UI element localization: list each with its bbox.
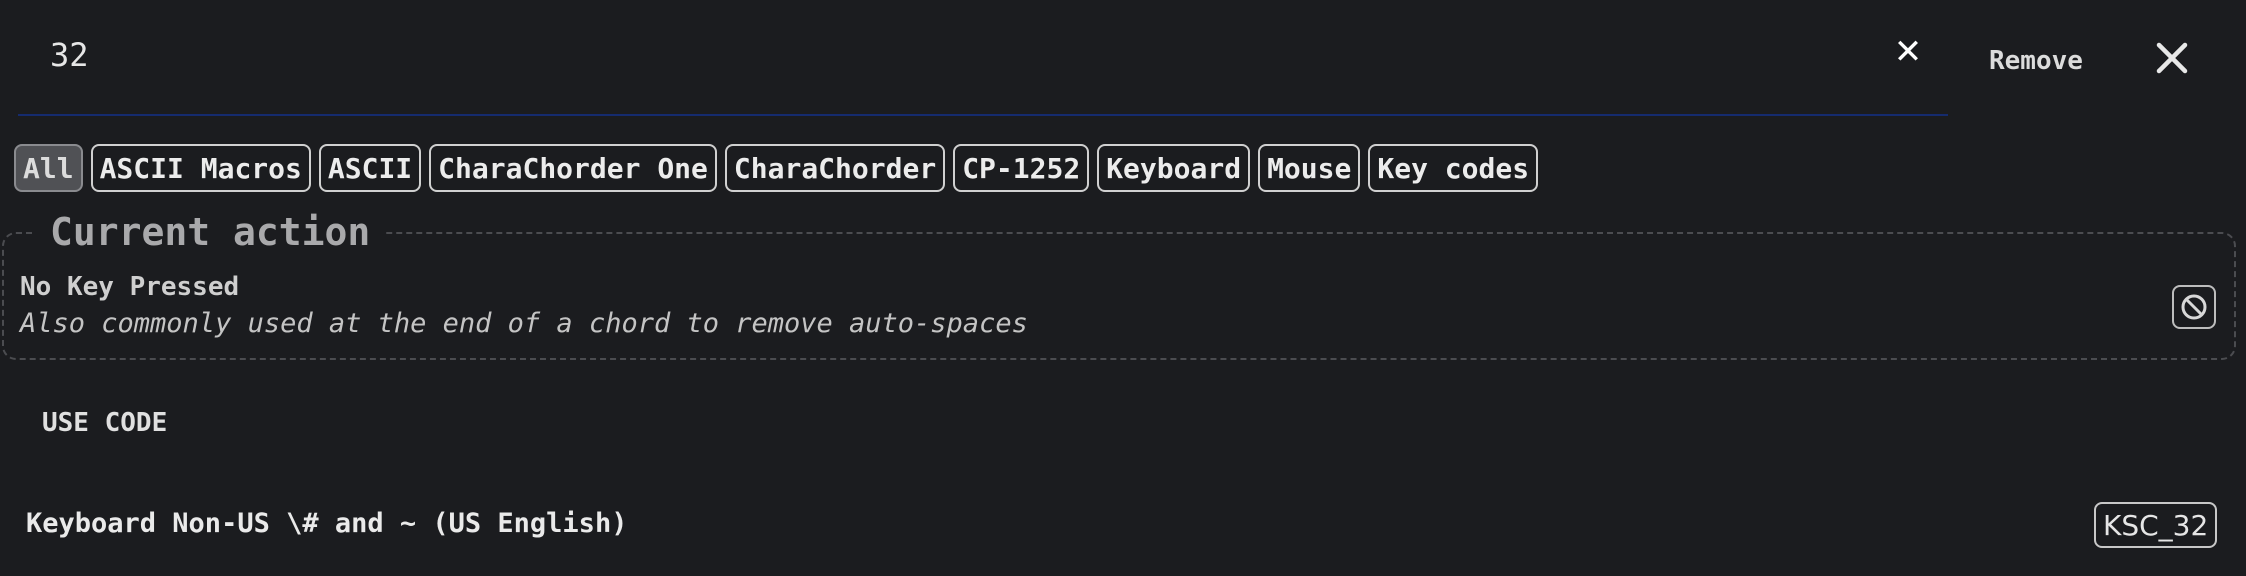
result-row[interactable]: Keyboard Non-US \# and ~ (US English) KS… <box>0 496 2246 556</box>
close-x-glyph <box>2156 42 2188 74</box>
block-icon[interactable] <box>2172 285 2216 329</box>
search-bar: ✕ <box>18 18 1948 116</box>
filter-chip-all[interactable]: All <box>14 144 83 192</box>
close-icon[interactable] <box>2150 36 2194 80</box>
block-glyph <box>2181 294 2207 320</box>
clear-search-icon[interactable]: ✕ <box>1888 32 1928 72</box>
remove-button[interactable]: Remove <box>1975 34 2097 88</box>
current-action-title: No Key Pressed <box>20 272 240 302</box>
filter-chip-charachorder[interactable]: CharaChorder <box>724 144 946 192</box>
filter-chip-key-codes[interactable]: Key codes <box>1368 144 1539 192</box>
current-action-legend: Current action <box>36 208 385 256</box>
filter-chip-ascii-macros[interactable]: ASCII Macros <box>90 144 311 192</box>
filter-chip-cp-1252[interactable]: CP-1252 <box>953 144 1090 192</box>
result-label: Keyboard Non-US \# and ~ (US English) <box>26 508 628 539</box>
filter-chip-ascii[interactable]: ASCII <box>318 144 422 192</box>
search-input[interactable] <box>18 18 1912 92</box>
key-search-dialog: ✕ Remove All ASCII Macros ASCII CharaCho… <box>0 0 2246 576</box>
result-code-badge: KSC_32 <box>2094 502 2218 548</box>
filter-chip-charachorder-one[interactable]: CharaChorder One <box>429 144 717 192</box>
filter-chip-mouse[interactable]: Mouse <box>1258 144 1361 192</box>
use-code-button[interactable]: USE CODE <box>42 408 167 438</box>
filter-chips: All ASCII Macros ASCII CharaChorder One … <box>14 144 1539 192</box>
filter-chip-keyboard[interactable]: Keyboard <box>1097 144 1251 192</box>
current-action-description: Also commonly used at the end of a chord… <box>20 308 1028 339</box>
